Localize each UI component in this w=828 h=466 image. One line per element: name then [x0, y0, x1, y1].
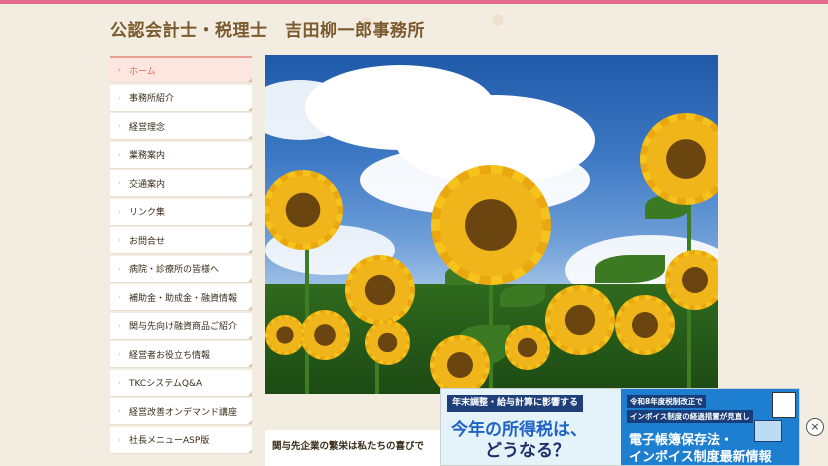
corner-decoration	[248, 220, 252, 225]
sidebar-item-label: 社長メニューASP版	[129, 436, 210, 446]
hero-image-sunflowers	[265, 55, 718, 394]
chevron-right-icon: ›	[118, 66, 121, 74]
chevron-right-icon: ›	[118, 236, 121, 244]
sidebar-item-label: 事務所紹介	[129, 94, 175, 104]
ad-headline-2: インボイス制度最新情報	[629, 450, 772, 465]
chevron-right-icon: ›	[118, 293, 121, 301]
ad-headline-2: どうなる？	[485, 441, 570, 461]
ad-tag-1: 令和8年度税制改正で	[627, 395, 706, 408]
corner-decoration	[248, 106, 252, 111]
sunflower	[505, 325, 550, 370]
corner-decoration	[248, 192, 252, 196]
site-title[interactable]: 公認会計士・税理士 吉田柳一郎事務所	[110, 16, 425, 41]
sidebar-nav: › ホーム › 事務所紹介 › 経営理念 › 業務案内 › 交通案内 › リンク集 › お問合せ › 病院・診…	[110, 56, 252, 455]
sidebar-item[interactable]: › 経営理念	[110, 113, 252, 140]
sidebar-item[interactable]: › リンク集	[110, 198, 252, 226]
sidebar-item-label: 補助金・助成金・融資情報	[129, 293, 238, 304]
sidebar-item-label: 関与先向け融資商品ご紹介	[129, 322, 238, 332]
sidebar-item-label: リンク集	[129, 208, 166, 218]
sidebar-item-label: 経営理念	[129, 122, 166, 133]
corner-decoration	[248, 420, 252, 424]
chevron-right-icon: ›	[118, 207, 121, 216]
ad-tag-2: インボイス制度の経過措置が見直し	[627, 410, 753, 423]
sidebar-item[interactable]: › 事務所紹介	[110, 84, 252, 112]
sidebar-item[interactable]: › 交通案内	[110, 170, 252, 197]
chevron-right-icon: ›	[118, 122, 121, 130]
document-icon	[772, 392, 796, 418]
sunflower	[430, 335, 490, 394]
sidebar-item-label: 病院・診療所の皆様へ	[129, 265, 220, 275]
sidebar-item-label: 経営改善オンデマンド講座	[129, 407, 238, 418]
corner-decoration	[248, 135, 252, 139]
leaf	[595, 255, 665, 283]
sidebar-item[interactable]: › 補助金・助成金・融資情報	[110, 284, 252, 311]
sunflower	[265, 170, 343, 250]
sunflower	[431, 165, 551, 285]
sunflower	[345, 255, 415, 325]
corner-decoration	[248, 334, 252, 339]
corner-decoration	[248, 249, 252, 253]
sidebar-item[interactable]: › TKCシステムQ&A	[110, 369, 252, 397]
sunflower	[545, 285, 615, 355]
chevron-right-icon: ›	[118, 435, 121, 444]
sidebar-item[interactable]: › 社長メニューASP版	[110, 426, 252, 454]
ad-income-tax[interactable]: 年末調整・給与計算に影響する 今年の所得税は、 どうなる？	[441, 389, 621, 465]
chevron-right-icon: ›	[118, 321, 121, 330]
sunflower	[365, 320, 410, 365]
ad-tag: 年末調整・給与計算に影響する	[447, 395, 584, 412]
sunflower	[665, 250, 718, 310]
sidebar-item[interactable]: › 経営改善オンデマンド講座	[110, 398, 252, 425]
corner-decoration	[248, 78, 252, 82]
sidebar-item[interactable]: › ホーム	[110, 56, 252, 83]
sidebar-item-label: 経営者お役立ち情報	[129, 350, 211, 361]
corner-decoration	[248, 391, 252, 396]
corner-decoration	[248, 306, 252, 310]
folder-icon	[754, 420, 782, 442]
sidebar-item[interactable]: › 関与先向け融資商品ご紹介	[110, 312, 252, 340]
sidebar-item[interactable]: › 業務案内	[110, 141, 252, 169]
sidebar-item-label: 業務案内	[129, 151, 166, 161]
sidebar-item-label: TKCシステムQ&A	[129, 379, 203, 389]
sidebar-item[interactable]: › 経営者お役立ち情報	[110, 341, 252, 368]
sunflower	[265, 315, 305, 355]
chevron-right-icon: ›	[118, 150, 121, 159]
ad-banner[interactable]: 年末調整・給与計算に影響する 今年の所得税は、 どうなる？ 令和8年度税制改正で…	[440, 388, 800, 466]
chevron-right-icon: ›	[118, 179, 121, 187]
corner-decoration	[248, 163, 252, 168]
corner-decoration	[248, 277, 252, 282]
chevron-right-icon: ›	[118, 350, 121, 358]
chevron-right-icon: ›	[118, 264, 121, 273]
close-ad-button[interactable]: ×	[806, 418, 824, 436]
sidebar-item-label: ホーム	[129, 66, 156, 77]
sunflower	[615, 295, 675, 355]
intro-text: 関与先企業の繁栄は私たちの喜びで	[272, 441, 425, 452]
chevron-right-icon: ›	[118, 378, 121, 387]
chevron-right-icon: ›	[118, 93, 121, 102]
corner-decoration	[248, 363, 252, 367]
sidebar-item-label: 交通案内	[129, 179, 166, 190]
sunflower	[640, 113, 718, 205]
sidebar-item-label: お問合せ	[129, 236, 166, 247]
sidebar-item[interactable]: › 病院・診療所の皆様へ	[110, 255, 252, 283]
leaf	[500, 285, 545, 307]
sidebar-item[interactable]: › お問合せ	[110, 227, 252, 254]
chevron-right-icon: ›	[118, 407, 121, 415]
corner-decoration	[248, 448, 252, 453]
sunflower	[300, 310, 350, 360]
